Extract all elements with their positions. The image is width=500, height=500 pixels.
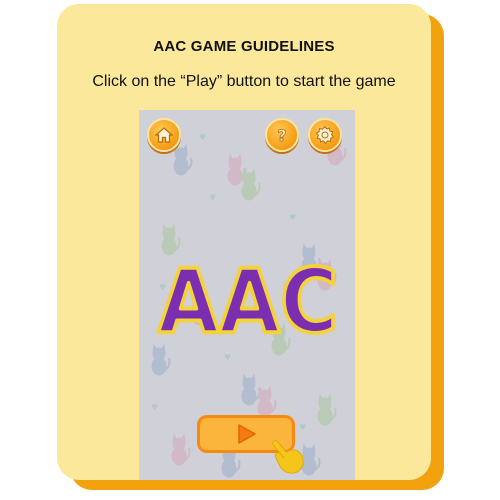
svg-text:♥: ♥: [224, 353, 231, 362]
svg-text:♥: ♥: [151, 403, 158, 412]
svg-text:♥: ♥: [299, 423, 306, 432]
help-button[interactable]: ?: [265, 118, 299, 152]
pointing-hand-icon: [272, 440, 304, 474]
svg-text:♥: ♥: [209, 193, 216, 202]
logo-text: AAC: [158, 250, 338, 346]
gear-icon: [315, 125, 335, 145]
svg-text:?: ?: [277, 126, 286, 144]
svg-text:♥: ♥: [289, 213, 296, 222]
guidelines-instruction: Click on the “Play” button to start the …: [92, 73, 396, 90]
aac-logo: AAC: [156, 248, 340, 346]
settings-button[interactable]: [308, 118, 342, 152]
question-icon: ?: [277, 126, 287, 144]
game-screen: ♥♥♥ ♥♥♥ ♥♥♥ ? AAC: [139, 110, 355, 480]
guidelines-title: AAC GAME GUIDELINES: [153, 38, 335, 55]
svg-text:♥: ♥: [199, 133, 206, 142]
guidelines-card: AAC GAME GUIDELINES Click on the “Play” …: [57, 4, 431, 480]
home-button[interactable]: [147, 118, 181, 152]
play-icon: [238, 424, 256, 444]
home-icon: [155, 127, 173, 143]
